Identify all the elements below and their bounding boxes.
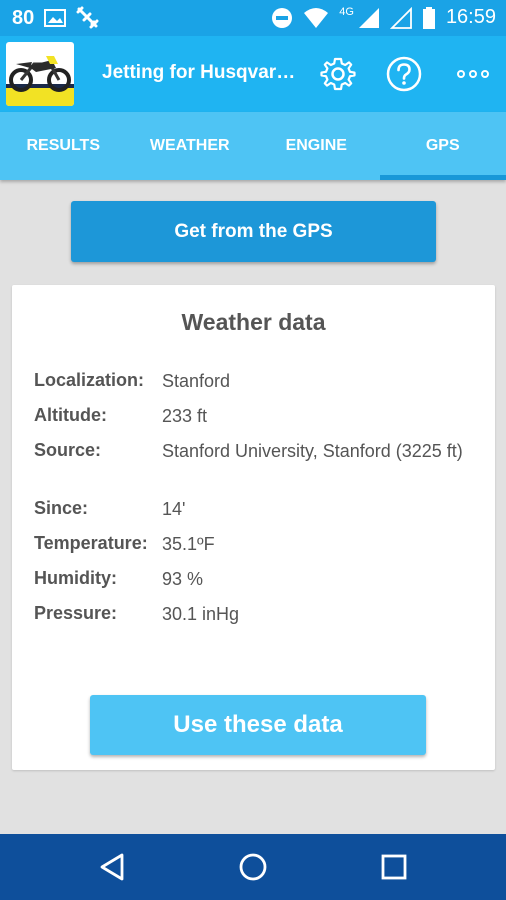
signal-empty-icon [389,6,412,29]
tab-gps[interactable]: GPS [379,112,506,180]
dirt-bike-logo [6,42,74,106]
field-label: Localization: [34,370,145,390]
field-value: Stanford [162,371,231,391]
clock: 16:59 [445,6,496,28]
satellite-icon [76,6,99,29]
help-icon[interactable] [386,56,422,92]
tab-bar: RESULTS WEATHER ENGINE GPS [0,112,506,180]
home-icon[interactable] [236,850,270,884]
field-label: Altitude: [34,405,107,425]
field-label: Pressure: [34,603,118,623]
field-value: 30.1 inHg [162,604,240,624]
tab-results[interactable]: RESULTS [0,112,127,180]
recents-icon[interactable] [377,850,411,884]
field-value: 93 % [162,569,204,589]
tab-weather[interactable]: WEATHER [127,112,254,180]
get-from-gps-button[interactable]: Get from the GPS [71,201,436,262]
system-nav-bar [0,834,506,900]
field-label: Source: [34,440,102,460]
field-value: 35.1ºF [162,534,215,554]
wifi-icon [304,7,329,28]
status-left: 80 [12,6,100,30]
field-label: Temperature: [34,533,148,553]
more-options-icon[interactable] [456,56,492,92]
tab-engine[interactable]: ENGINE [253,112,380,180]
field-label: Since: [34,498,89,518]
app-logo [6,42,74,106]
field-value: Stanford University, Stanford (3225 ft) [162,441,463,461]
use-these-data-button[interactable]: Use these data [90,695,426,755]
do-not-disturb-icon [272,7,293,28]
tab-label: GPS [425,137,460,154]
battery-percent: 80 [12,6,35,29]
battery-icon [422,6,435,29]
status-bar: 80 4G 16:59 [0,0,506,36]
app-bar: Jetting for Husqvar… [0,36,506,112]
tab-active-indicator [379,175,506,180]
tab-label: RESULTS [26,137,100,154]
field-value: 233 ft [162,406,208,426]
tab-label: WEATHER [149,137,230,154]
settings-icon[interactable] [320,56,356,92]
network-type: 4G [339,5,354,18]
app-title: Jetting for Husqvar… [102,62,296,83]
back-icon[interactable] [96,850,130,884]
tab-label: ENGINE [285,137,347,154]
field-value: 14' [162,499,186,519]
card-title: Weather data [181,309,326,335]
weather-data-card: Weather data Localization: Stanford Alti… [12,285,495,770]
field-label: Humidity: [34,568,117,588]
status-right: 4G 16:59 [271,6,496,29]
signal-icon [358,7,379,28]
image-icon [44,9,67,27]
